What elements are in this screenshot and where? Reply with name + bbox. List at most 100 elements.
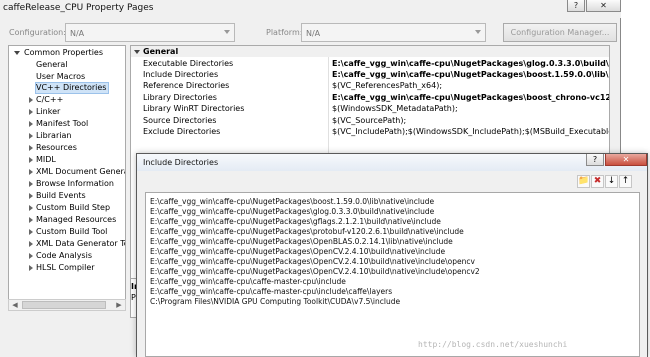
dialog-title: Include Directories	[143, 158, 219, 167]
property-name: Source Directories	[143, 116, 217, 125]
tree-item-build-events[interactable]: Build Events	[36, 190, 86, 202]
expand-triangle-icon[interactable]	[29, 217, 33, 223]
move-up-arrow-icon[interactable]: ↑	[619, 175, 632, 188]
chevron-down-icon	[475, 30, 481, 34]
list-item[interactable]: E:\caffe_vgg_win\caffe-cpu\NugetPackages…	[150, 237, 453, 247]
list-item[interactable]: E:\caffe_vgg_win\caffe-cpu\NugetPackages…	[150, 217, 441, 227]
list-item[interactable]: E:\caffe_vgg_win\caffe-cpu\NugetPackages…	[150, 227, 464, 237]
help-button[interactable]: ?	[567, 0, 585, 12]
window-titlebar[interactable]: caffeRelease_CPU Property Pages ? ✕	[0, 0, 621, 18]
property-row[interactable]: Include Directories E:\caffe_vgg_win\caf…	[131, 69, 609, 80]
chevron-down-icon	[224, 30, 230, 34]
configuration-label: Configuration:	[9, 28, 66, 37]
tree-item-cpp[interactable]: C/C++	[36, 94, 63, 106]
scroll-left-arrow-icon[interactable]: ◀	[9, 300, 21, 310]
property-value[interactable]: E:\caffe_vgg_win\caffe-cpu\NugetPackages…	[332, 93, 609, 102]
section-header[interactable]: General	[131, 46, 609, 57]
tree-item-resources[interactable]: Resources	[36, 142, 77, 154]
list-item[interactable]: E:\caffe_vgg_win\caffe-cpu\caffe-master-…	[150, 287, 392, 297]
dialog-titlebar[interactable]: Include Directories ? ✕	[137, 154, 647, 171]
expand-triangle-icon[interactable]	[29, 169, 33, 175]
expand-triangle-icon[interactable]	[29, 265, 33, 271]
watermark: http://blog.csdn.net/xueshunchi	[418, 340, 568, 349]
property-tree[interactable]: Common Properties General User Macros VC…	[8, 45, 126, 300]
list-item[interactable]: E:\caffe_vgg_win\caffe-cpu\NugetPackages…	[150, 207, 434, 217]
tree-item-midl[interactable]: MIDL	[36, 154, 56, 166]
property-value[interactable]: $(WindowsSDK_MetadataPath);	[332, 104, 458, 113]
tree-item-code-analysis[interactable]: Code Analysis	[36, 250, 92, 262]
property-name: Exclude Directories	[143, 127, 221, 136]
expand-triangle-icon[interactable]	[29, 181, 33, 187]
expand-triangle-icon[interactable]	[14, 51, 20, 55]
section-title: General	[143, 47, 179, 56]
property-value[interactable]: E:\caffe_vgg_win\caffe-cpu\NugetPackages…	[332, 70, 609, 79]
expand-triangle-icon[interactable]	[29, 193, 33, 199]
expand-triangle-icon[interactable]	[29, 109, 33, 115]
property-name: Include Directories	[143, 70, 219, 79]
expand-triangle-icon[interactable]	[29, 205, 33, 211]
include-directories-dialog: Include Directories ? ✕ 📁 ✖ ↓ ↑ E:\caffe…	[136, 153, 648, 357]
platform-label: Platform:	[266, 28, 303, 37]
property-row[interactable]: Library WinRT Directories $(WindowsSDK_M…	[131, 103, 609, 114]
list-item[interactable]: E:\caffe_vgg_win\caffe-cpu\NugetPackages…	[150, 267, 480, 277]
tree-item-general[interactable]: General	[36, 59, 68, 71]
platform-value: N/A	[306, 29, 321, 38]
property-row[interactable]: Exclude Directories $(VC_IncludePath);$(…	[131, 126, 609, 137]
scroll-right-arrow-icon[interactable]: ▶	[113, 300, 125, 310]
list-item[interactable]: C:\Program Files\NVIDIA GPU Computing To…	[150, 297, 400, 307]
property-row[interactable]: Library Directories E:\caffe_vgg_win\caf…	[131, 92, 609, 103]
dialog-close-button[interactable]: ✕	[605, 154, 647, 166]
tree-item-custom-build-tool[interactable]: Custom Build Tool	[36, 226, 107, 238]
expand-triangle-icon[interactable]	[29, 97, 33, 103]
tree-item-linker[interactable]: Linker	[36, 106, 60, 118]
property-name: Executable Directories	[143, 59, 234, 68]
close-button[interactable]: ✕	[586, 0, 621, 12]
tree-item-xml-document-generator[interactable]: XML Document Generat	[36, 166, 125, 178]
configuration-dropdown[interactable]: N/A	[65, 23, 235, 42]
tree-item-hlsl-compiler[interactable]: HLSL Compiler	[36, 262, 95, 274]
expand-triangle-icon[interactable]	[29, 145, 33, 151]
property-row[interactable]: Source Directories $(VC_SourcePath);	[131, 115, 609, 126]
expand-triangle-icon[interactable]	[29, 133, 33, 139]
include-directories-list[interactable]: E:\caffe_vgg_win\caffe-cpu\NugetPackages…	[145, 192, 640, 357]
expand-triangle-icon[interactable]	[29, 241, 33, 247]
property-value[interactable]: $(VC_ReferencesPath_x64);	[332, 81, 442, 90]
tree-horizontal-scrollbar[interactable]: ◀ ▶	[8, 299, 126, 311]
list-item[interactable]: E:\caffe_vgg_win\caffe-cpu\NugetPackages…	[150, 247, 445, 257]
platform-dropdown[interactable]: N/A	[301, 23, 486, 42]
property-value[interactable]: $(VC_SourcePath);	[332, 116, 406, 125]
property-name: Library Directories	[143, 93, 217, 102]
property-name: Reference Directories	[143, 81, 230, 90]
list-item[interactable]: E:\caffe_vgg_win\caffe-cpu\NugetPackages…	[150, 197, 434, 207]
configuration-value: N/A	[70, 29, 85, 38]
collapse-triangle-icon[interactable]	[134, 50, 140, 54]
dialog-body: 📁 ✖ ↓ ↑ E:\caffe_vgg_win\caffe-cpu\Nuget…	[137, 171, 647, 357]
window-title: caffeRelease_CPU Property Pages	[3, 3, 154, 13]
tree-item-librarian[interactable]: Librarian	[36, 130, 71, 142]
expand-triangle-icon[interactable]	[29, 157, 33, 163]
delete-icon[interactable]: ✖	[591, 175, 604, 188]
property-row[interactable]: Reference Directories $(VC_ReferencesPat…	[131, 80, 609, 91]
tree-item-browse-information[interactable]: Browse Information	[36, 178, 114, 190]
tree-item-custom-build-step[interactable]: Custom Build Step	[36, 202, 110, 214]
tree-item-vc-directories[interactable]: VC++ Directories	[35, 82, 109, 94]
scrollbar-thumb[interactable]	[22, 301, 106, 309]
tree-item-xml-data-generator-tool[interactable]: XML Data Generator To	[36, 238, 125, 250]
configuration-bar: Configuration: N/A Platform: N/A Configu…	[0, 23, 621, 43]
move-down-arrow-icon[interactable]: ↓	[605, 175, 618, 188]
configuration-manager-button[interactable]: Configuration Manager...	[503, 23, 617, 42]
tree-item-managed-resources[interactable]: Managed Resources	[36, 214, 116, 226]
property-row[interactable]: Executable Directories E:\caffe_vgg_win\…	[131, 58, 609, 69]
property-value[interactable]: $(VC_IncludePath);$(WindowsSDK_IncludePa…	[332, 127, 609, 136]
list-item[interactable]: E:\caffe_vgg_win\caffe-cpu\caffe-master-…	[150, 277, 346, 287]
expand-triangle-icon[interactable]	[29, 253, 33, 259]
dialog-help-button[interactable]: ?	[586, 154, 604, 166]
tree-item-manifest-tool[interactable]: Manifest Tool	[36, 118, 88, 130]
tree-item-common-properties[interactable]: Common Properties	[24, 47, 103, 59]
expand-triangle-icon[interactable]	[29, 229, 33, 235]
property-value[interactable]: E:\caffe_vgg_win\caffe-cpu\NugetPackages…	[332, 59, 609, 68]
list-item[interactable]: E:\caffe_vgg_win\caffe-cpu\NugetPackages…	[150, 257, 475, 267]
expand-triangle-icon[interactable]	[29, 121, 33, 127]
property-name: Library WinRT Directories	[143, 104, 245, 113]
new-line-folder-icon[interactable]: 📁	[577, 175, 590, 188]
